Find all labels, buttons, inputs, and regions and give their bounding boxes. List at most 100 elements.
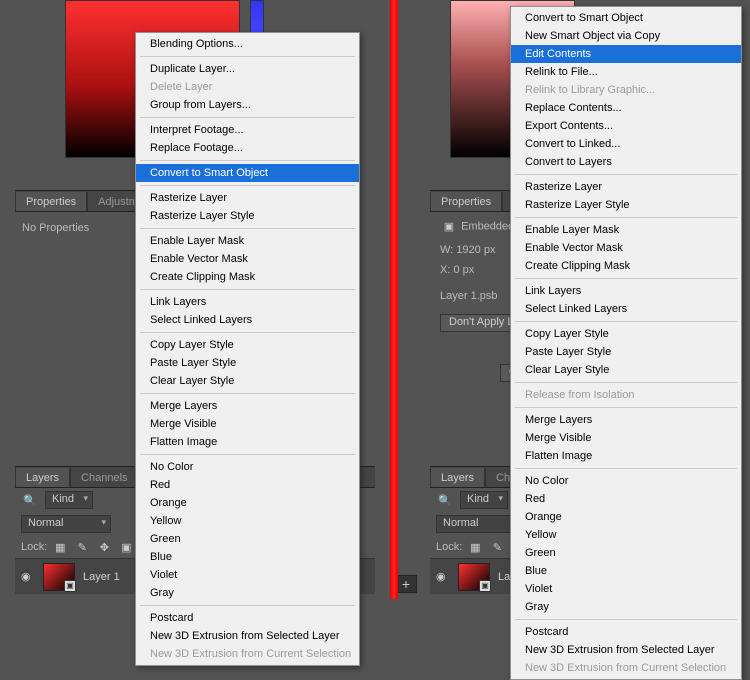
lock-pixels-icon[interactable]: ▦ [466, 539, 484, 555]
menu-item-no-color[interactable]: No Color [136, 458, 359, 476]
menu-item-convert-to-smart-object[interactable]: Convert to Smart Object [511, 9, 741, 27]
lock-brush-icon[interactable]: ✎ [488, 539, 506, 555]
menu-item-blue[interactable]: Blue [511, 562, 741, 580]
menu-item-create-clipping-mask[interactable]: Create Clipping Mask [136, 268, 359, 286]
menu-item-gray[interactable]: Gray [511, 598, 741, 616]
menu-item-new-smart-object-via-copy[interactable]: New Smart Object via Copy [511, 27, 741, 45]
tab-properties[interactable]: Properties [15, 192, 87, 211]
menu-item-relink-to-library-graphic: Relink to Library Graphic... [511, 81, 741, 99]
smart-object-icon: ▣ [440, 218, 458, 234]
menu-item-export-contents[interactable]: Export Contents... [511, 117, 741, 135]
search-icon[interactable]: 🔍 [436, 492, 454, 508]
menu-item-enable-vector-mask[interactable]: Enable Vector Mask [136, 250, 359, 268]
menu-item-link-layers[interactable]: Link Layers [511, 282, 741, 300]
menu-item-copy-layer-style[interactable]: Copy Layer Style [136, 336, 359, 354]
eye-icon[interactable]: ◉ [436, 570, 450, 583]
menu-item-rasterize-layer[interactable]: Rasterize Layer [136, 189, 359, 207]
menu-item-yellow[interactable]: Yellow [511, 526, 741, 544]
tab-properties[interactable]: Properties [430, 192, 502, 211]
menu-item-duplicate-layer[interactable]: Duplicate Layer... [136, 60, 359, 78]
menu-separator [140, 393, 355, 394]
layer-context-menu[interactable]: Blending Options...Duplicate Layer...Del… [135, 32, 360, 666]
layer-context-menu-smartobject[interactable]: Convert to Smart ObjectNew Smart Object … [510, 6, 742, 680]
menu-separator [140, 185, 355, 186]
menu-item-violet[interactable]: Violet [136, 566, 359, 584]
menu-item-flatten-image[interactable]: Flatten Image [511, 447, 741, 465]
menu-item-green[interactable]: Green [136, 530, 359, 548]
eye-icon[interactable]: ◉ [21, 570, 35, 583]
search-icon[interactable]: 🔍 [21, 492, 39, 508]
lock-artboard-icon[interactable]: ▣ [117, 539, 135, 555]
menu-item-paste-layer-style[interactable]: Paste Layer Style [511, 343, 741, 361]
menu-item-clear-layer-style[interactable]: Clear Layer Style [136, 372, 359, 390]
menu-item-red[interactable]: Red [511, 490, 741, 508]
menu-item-enable-layer-mask[interactable]: Enable Layer Mask [511, 221, 741, 239]
menu-separator [515, 619, 737, 620]
menu-item-select-linked-layers[interactable]: Select Linked Layers [136, 311, 359, 329]
menu-item-yellow[interactable]: Yellow [136, 512, 359, 530]
menu-item-new-3d-extrusion-from-current-selection: New 3D Extrusion from Current Selection [136, 645, 359, 663]
menu-item-no-color[interactable]: No Color [511, 472, 741, 490]
menu-item-enable-vector-mask[interactable]: Enable Vector Mask [511, 239, 741, 257]
menu-item-orange[interactable]: Orange [136, 494, 359, 512]
menu-item-paste-layer-style[interactable]: Paste Layer Style [136, 354, 359, 372]
menu-item-convert-to-linked[interactable]: Convert to Linked... [511, 135, 741, 153]
menu-separator [140, 605, 355, 606]
menu-separator [140, 454, 355, 455]
lock-brush-icon[interactable]: ✎ [73, 539, 91, 555]
menu-item-red[interactable]: Red [136, 476, 359, 494]
menu-item-green[interactable]: Green [511, 544, 741, 562]
menu-item-rasterize-layer-style[interactable]: Rasterize Layer Style [136, 207, 359, 225]
menu-item-convert-to-layers[interactable]: Convert to Layers [511, 153, 741, 171]
menu-item-merge-visible[interactable]: Merge Visible [511, 429, 741, 447]
lock-label: Lock: [436, 541, 462, 553]
layer-thumbnail[interactable]: ▣ [458, 563, 490, 591]
menu-item-create-clipping-mask[interactable]: Create Clipping Mask [511, 257, 741, 275]
menu-separator [515, 468, 737, 469]
menu-item-rasterize-layer[interactable]: Rasterize Layer [511, 178, 741, 196]
x-value[interactable]: 0 px [453, 264, 474, 276]
menu-item-orange[interactable]: Orange [511, 508, 741, 526]
menu-item-enable-layer-mask[interactable]: Enable Layer Mask [136, 232, 359, 250]
lock-position-icon[interactable]: ✥ [95, 539, 113, 555]
menu-item-merge-visible[interactable]: Merge Visible [136, 415, 359, 433]
menu-item-link-layers[interactable]: Link Layers [136, 293, 359, 311]
width-value[interactable]: 1920 px [456, 244, 495, 256]
layer-name[interactable]: Layer 1 [83, 571, 120, 583]
menu-item-replace-contents[interactable]: Replace Contents... [511, 99, 741, 117]
menu-item-select-linked-layers[interactable]: Select Linked Layers [511, 300, 741, 318]
menu-item-group-from-layers[interactable]: Group from Layers... [136, 96, 359, 114]
menu-item-merge-layers[interactable]: Merge Layers [511, 411, 741, 429]
menu-item-postcard[interactable]: Postcard [511, 623, 741, 641]
x-label: X: [440, 264, 450, 276]
lock-pixels-icon[interactable]: ▦ [51, 539, 69, 555]
menu-separator [140, 160, 355, 161]
blend-mode-select[interactable]: Normal [21, 515, 111, 533]
menu-item-interpret-footage[interactable]: Interpret Footage... [136, 121, 359, 139]
lock-label: Lock: [21, 541, 47, 553]
menu-item-rasterize-layer-style[interactable]: Rasterize Layer Style [511, 196, 741, 214]
menu-item-blue[interactable]: Blue [136, 548, 359, 566]
menu-item-violet[interactable]: Violet [511, 580, 741, 598]
tab-layers[interactable]: Layers [15, 468, 70, 487]
menu-item-clear-layer-style[interactable]: Clear Layer Style [511, 361, 741, 379]
menu-item-postcard[interactable]: Postcard [136, 609, 359, 627]
menu-item-gray[interactable]: Gray [136, 584, 359, 602]
layer-filter-kind[interactable]: Kind [45, 491, 93, 509]
menu-item-copy-layer-style[interactable]: Copy Layer Style [511, 325, 741, 343]
menu-item-edit-contents[interactable]: Edit Contents [511, 45, 741, 63]
menu-item-convert-to-smart-object[interactable]: Convert to Smart Object [136, 164, 359, 182]
menu-item-blending-options[interactable]: Blending Options... [136, 35, 359, 53]
tab-channels[interactable]: Channels [70, 468, 138, 487]
layer-filter-kind[interactable]: Kind [460, 491, 508, 509]
menu-item-replace-footage[interactable]: Replace Footage... [136, 139, 359, 157]
layer-thumbnail[interactable]: ▣ [43, 563, 75, 591]
tab-layers[interactable]: Layers [430, 468, 485, 487]
menu-item-new-3d-extrusion-from-selected-layer[interactable]: New 3D Extrusion from Selected Layer [511, 641, 741, 659]
menu-separator [140, 56, 355, 57]
menu-item-flatten-image[interactable]: Flatten Image [136, 433, 359, 451]
menu-separator [515, 321, 737, 322]
menu-item-relink-to-file[interactable]: Relink to File... [511, 63, 741, 81]
menu-item-merge-layers[interactable]: Merge Layers [136, 397, 359, 415]
menu-item-new-3d-extrusion-from-selected-layer[interactable]: New 3D Extrusion from Selected Layer [136, 627, 359, 645]
